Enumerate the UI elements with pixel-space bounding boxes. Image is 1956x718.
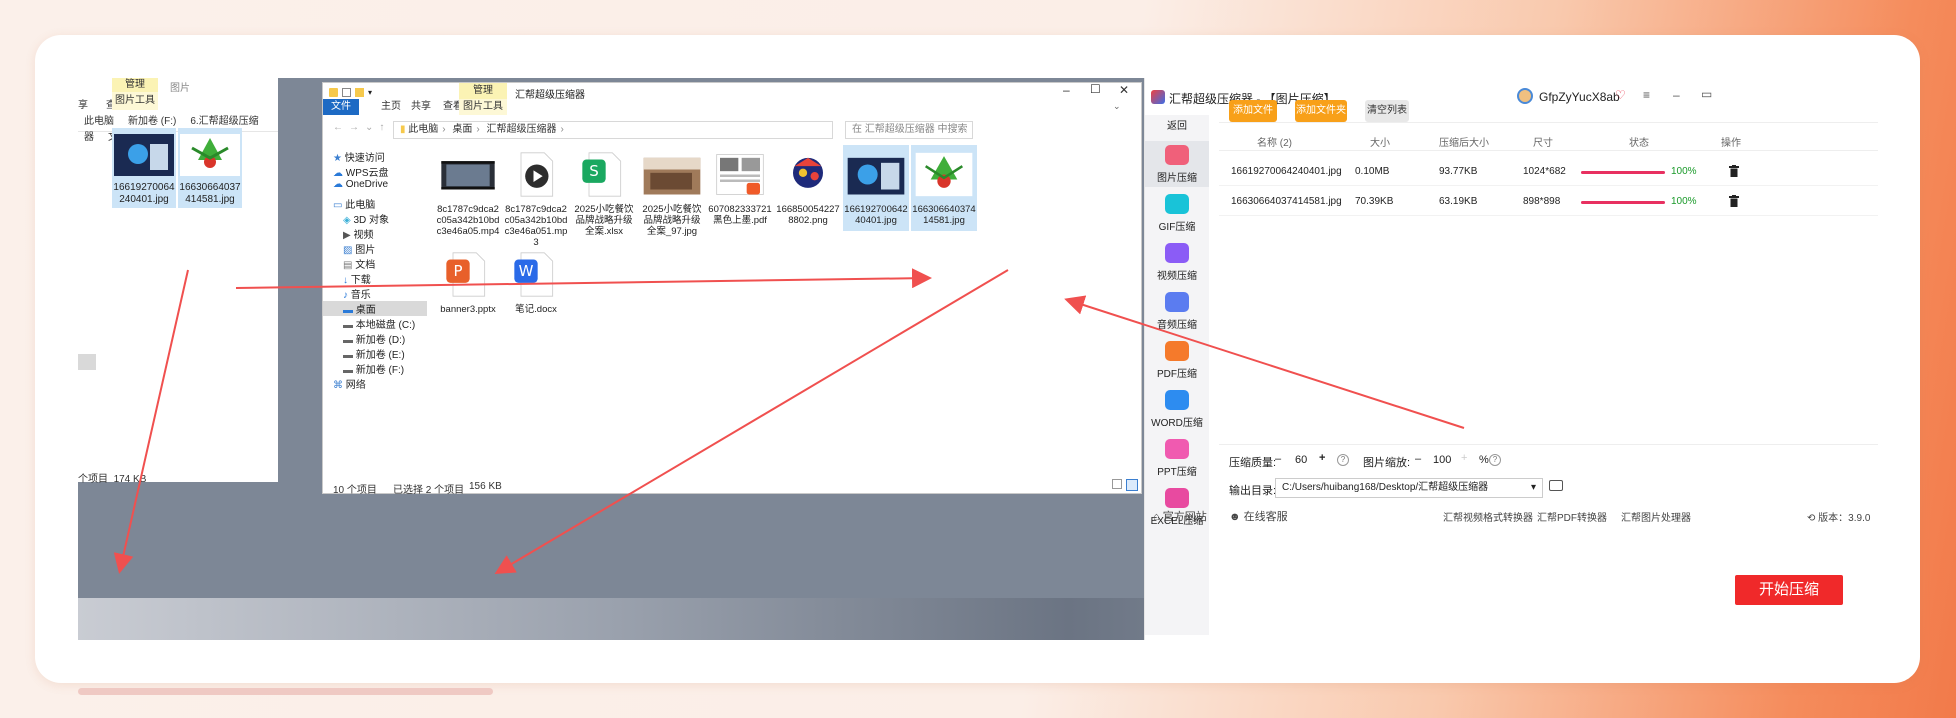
arrow [113, 269, 189, 574]
arrow [494, 269, 1009, 575]
annotation-arrows [113, 268, 1465, 575]
arrow [1064, 295, 1465, 429]
arrow [235, 268, 932, 289]
desktop-screenshot: 管理 图片 享 查看 图片工具 此电脑新加卷 (F:)6.汇帮超级压缩器文件 1… [78, 78, 1878, 640]
horizontal-scrollbar[interactable] [78, 688, 493, 695]
